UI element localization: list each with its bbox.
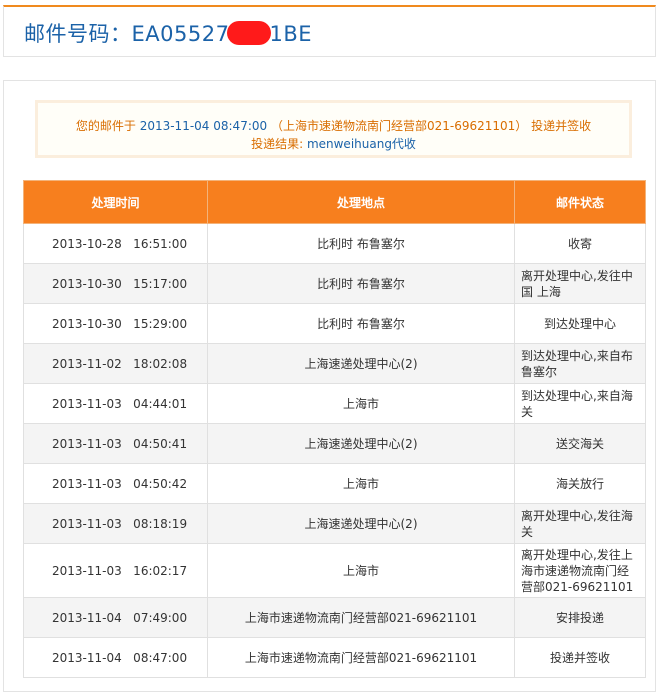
- cell-place: 上海市: [207, 463, 515, 504]
- cell-time: 2013-10-30 15:17:00: [23, 263, 208, 304]
- column-header-place: 处理地点: [207, 180, 515, 224]
- notice-time: 2013-11-04 08:47:00: [139, 119, 268, 133]
- table-row: 2013-11-03 08:18:19 上海速递处理中心(2) 离开处理中心,发…: [23, 503, 646, 544]
- notice-line-1: 您的邮件于 2013-11-04 08:47:00 （上海市速递物流南门经营部0…: [38, 117, 629, 135]
- table-row: 2013-11-04 07:49:00 上海市速递物流南门经营部021-6962…: [23, 597, 646, 638]
- notice-result-label: 投递结果:: [251, 137, 304, 151]
- tracking-number-prefix: EA05527: [131, 22, 230, 46]
- cell-status: 到达处理中心: [514, 303, 646, 344]
- tracking-table: 处理时间 处理地点 邮件状态 2013-10-28 16:51:00 比利时 布…: [23, 180, 646, 678]
- notice-status: 投递并签收: [531, 119, 592, 133]
- table-row: 2013-11-03 04:50:42 上海市 海关放行: [23, 463, 646, 504]
- cell-place: 上海市: [207, 383, 515, 424]
- cell-status: 离开处理中心,发往中国 上海: [514, 263, 646, 304]
- redaction-mark: [227, 21, 272, 45]
- cell-time: 2013-11-04 07:49:00: [23, 597, 208, 638]
- cell-place: 比利时 布鲁塞尔: [207, 223, 515, 264]
- cell-time: 2013-11-03 04:50:42: [23, 463, 208, 504]
- cell-status: 离开处理中心,发往海关: [514, 503, 646, 544]
- cell-place: 比利时 布鲁塞尔: [207, 303, 515, 344]
- cell-time: 2013-11-03 04:50:41: [23, 423, 208, 464]
- cell-place: 比利时 布鲁塞尔: [207, 263, 515, 304]
- cell-status: 海关放行: [514, 463, 646, 504]
- tracking-number-suffix: 1BE: [269, 22, 312, 46]
- cell-status: 送交海关: [514, 423, 646, 464]
- notice-location: （上海市速递物流南门经营部021-69621101）: [270, 119, 528, 133]
- column-header-time: 处理时间: [23, 180, 208, 224]
- table-row: 2013-10-28 16:51:00 比利时 布鲁塞尔 收寄: [23, 223, 646, 264]
- cell-place: 上海速递处理中心(2): [207, 423, 515, 464]
- table-row: 2013-10-30 15:29:00 比利时 布鲁塞尔 到达处理中心: [23, 303, 646, 344]
- cell-place: 上海市: [207, 543, 515, 598]
- cell-time: 2013-10-28 16:51:00: [23, 223, 208, 264]
- table-row: 2013-11-03 04:44:01 上海市 到达处理中心,来自海关: [23, 383, 646, 424]
- table-header-row: 处理时间 处理地点 邮件状态: [23, 180, 646, 224]
- cell-status: 收寄: [514, 223, 646, 264]
- notice-prefix: 您的邮件于: [75, 119, 136, 133]
- table-row: 2013-11-03 04:50:41 上海速递处理中心(2) 送交海关: [23, 423, 646, 464]
- cell-time: 2013-11-03 08:18:19: [23, 503, 208, 544]
- cell-status: 离开处理中心,发往上海市速递物流南门经营部021-69621101: [514, 543, 646, 598]
- tracking-number-title: 邮件号码：EA05527 1BE: [24, 18, 312, 48]
- table-row: 2013-10-30 15:17:00 比利时 布鲁塞尔 离开处理中心,发往中国…: [23, 263, 646, 304]
- cell-status: 到达处理中心,来自海关: [514, 383, 646, 424]
- cell-place: 上海速递处理中心(2): [207, 343, 515, 384]
- table-row: 2013-11-03 16:02:17 上海市 离开处理中心,发往上海市速递物流…: [23, 543, 646, 598]
- column-header-status: 邮件状态: [514, 180, 646, 224]
- cell-time: 2013-11-04 08:47:00: [23, 637, 208, 678]
- table-row: 2013-11-04 08:47:00 上海市速递物流南门经营部021-6962…: [23, 637, 646, 678]
- cell-place: 上海速递处理中心(2): [207, 503, 515, 544]
- cell-place: 上海市速递物流南门经营部021-69621101: [207, 597, 515, 638]
- cell-time: 2013-10-30 15:29:00: [23, 303, 208, 344]
- notice-line-2: 投递结果: menweihuang代收: [38, 135, 629, 153]
- cell-time: 2013-11-02 18:02:08: [23, 343, 208, 384]
- cell-time: 2013-11-03 16:02:17: [23, 543, 208, 598]
- cell-status: 投递并签收: [514, 637, 646, 678]
- tracking-panel: 您的邮件于 2013-11-04 08:47:00 （上海市速递物流南门经营部0…: [3, 80, 656, 692]
- cell-status: 到达处理中心,来自布鲁塞尔: [514, 343, 646, 384]
- tracking-header: 邮件号码：EA05527 1BE: [3, 5, 656, 57]
- cell-status: 安排投递: [514, 597, 646, 638]
- tracking-number-label: 邮件号码：: [24, 22, 132, 46]
- notice-result-value: menweihuang代收: [306, 137, 416, 151]
- table-row: 2013-11-02 18:02:08 上海速递处理中心(2) 到达处理中心,来…: [23, 343, 646, 384]
- delivery-notice: 您的邮件于 2013-11-04 08:47:00 （上海市速递物流南门经营部0…: [35, 100, 632, 158]
- cell-time: 2013-11-03 04:44:01: [23, 383, 208, 424]
- cell-place: 上海市速递物流南门经营部021-69621101: [207, 637, 515, 678]
